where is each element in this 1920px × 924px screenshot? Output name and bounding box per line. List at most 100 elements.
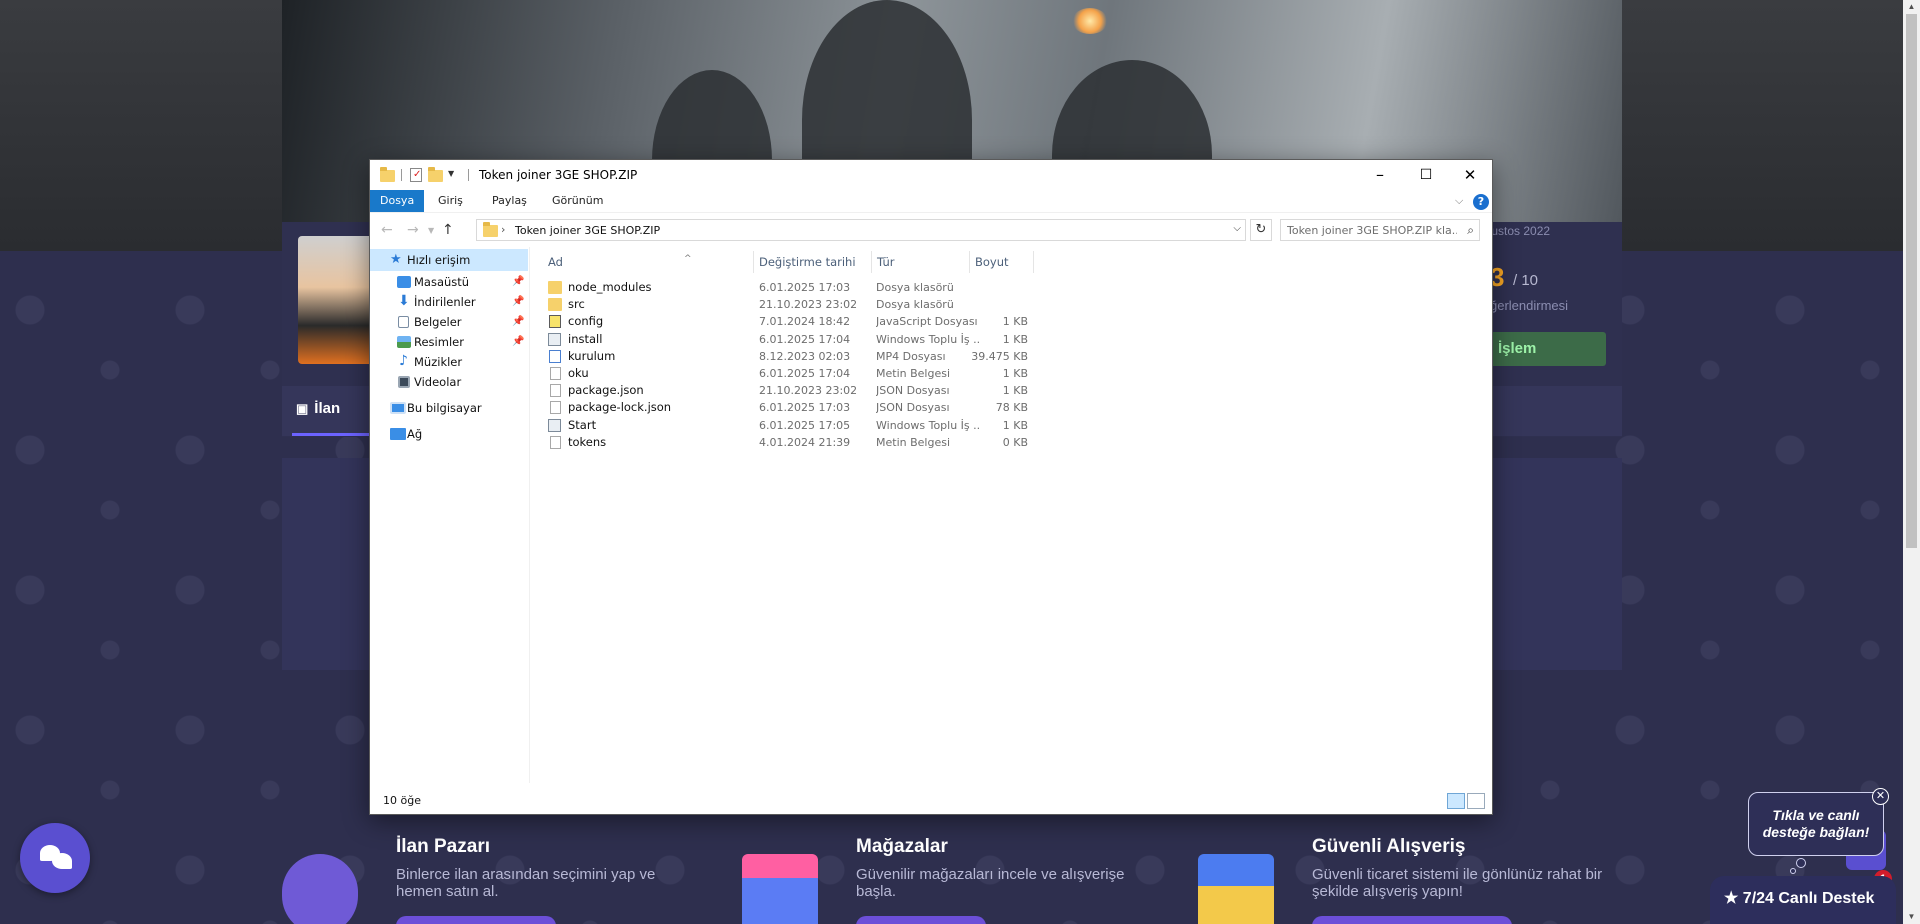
action-button[interactable]: İşlem [1490,332,1606,366]
close-icon[interactable]: ✕ [1872,788,1889,805]
details-view-icon[interactable] [1447,793,1465,809]
folder-icon [548,298,562,312]
divider [468,169,469,181]
refresh-icon[interactable]: ↻ [1250,219,1272,241]
file-explorer-window: ✓ ▼ Token joiner 3GE SHOP.ZIP – ☐ ✕ Dosy… [369,159,1493,815]
desktop-icon [397,276,411,288]
nav-documents[interactable]: Belgeler 📌 [370,311,528,333]
properties-icon[interactable]: ✓ [410,168,422,182]
batch-file-icon [548,332,561,346]
address-row: ← → ▼ ↑ › Token joiner 3GE SHOP.ZIP ⌵ ↻ … [370,213,1492,247]
close-window-icon[interactable]: ✕ [1447,160,1493,190]
column-divider[interactable] [871,251,872,273]
storefront-icon [742,854,818,924]
nav-videos[interactable]: Videolar [370,371,528,393]
nav-desktop[interactable]: Masaüstü 📌 [370,271,528,293]
expand-ribbon-icon[interactable]: ⌵ [1455,194,1463,208]
nav-label: Ağ [407,427,423,441]
title-bar: ✓ ▼ Token joiner 3GE SHOP.ZIP – ☐ ✕ [370,160,1492,190]
tab-home[interactable]: Giriş [428,190,473,212]
up-arrow-icon[interactable]: ↑ [442,222,454,238]
address-path[interactable]: Token joiner 3GE SHOP.ZIP [515,224,660,237]
sort-ascending-icon: ^ [684,254,692,264]
large-icons-view-icon[interactable] [1467,793,1485,809]
nav-label: Hızlı erişim [407,253,471,267]
support-tooltip[interactable]: Tıkla ve canlı desteğe bağlan! [1748,792,1884,856]
feature-description: Güvenilir mağazaları incele ve alışveriş… [856,866,1125,900]
scroll-up-arrow-icon[interactable]: ▲ [1906,2,1917,12]
live-support-button[interactable]: ★ 7/24 Canlı Destek [1710,876,1896,924]
forward-arrow-icon[interactable]: → [407,222,419,238]
computer-icon [390,402,406,414]
column-divider[interactable] [969,251,970,273]
address-bar[interactable]: › Token joiner 3GE SHOP.ZIP ⌵ [476,219,1246,241]
feature-button[interactable] [856,916,986,924]
diamond-trophy-icon [282,854,358,924]
column-header-name[interactable]: Ad ^ [548,251,692,273]
new-folder-icon[interactable] [428,167,443,182]
features-section: İlan Pazarı Binlerce ilan arasından seçi… [0,820,1920,924]
column-divider[interactable] [1033,251,1034,273]
tooltip-tail [1796,858,1806,868]
nav-this-pc[interactable]: Bu bilgisayar [370,397,528,419]
network-icon [390,428,406,440]
muzzle-flash [1072,8,1108,34]
nav-label: Videolar [414,375,462,389]
chat-button[interactable] [20,823,90,893]
avatar [298,236,380,364]
chat-icon [52,853,72,869]
tab-share[interactable]: Paylaş [482,190,537,212]
column-header-date[interactable]: Değiştirme tarihi [759,251,856,273]
pin-icon: 📌 [512,276,525,287]
scroll-down-arrow-icon[interactable]: ▼ [1906,912,1917,922]
feature-button[interactable] [396,916,556,924]
search-placeholder: Token joiner 3GE SHOP.ZIP kla... [1287,224,1457,237]
folder-icon [483,222,498,237]
rating-max: / 10 [1513,272,1539,289]
feature-title: Mağazalar [856,836,948,857]
chevron-right-icon[interactable]: › [501,223,505,236]
tab-listings-label: İlan [314,400,341,417]
pictures-icon [397,336,411,348]
downloads-icon: ⬇ [398,293,410,309]
feature-button[interactable] [1312,916,1512,924]
column-header-size[interactable]: Boyut [975,251,1009,273]
customize-toolbar-icon[interactable]: ▼ [448,169,454,185]
item-count: 10 öğe [383,794,421,807]
navigation-pane: ★ Hızlı erişim Masaüstü 📌 ⬇ İndirilenler… [370,247,530,783]
file-row[interactable]: tokens 4.01.2024 21:39 Metin Belgesi 0 KB [531,432,1491,453]
feature-title: Güvenli Alışveriş [1312,836,1466,857]
tab-listings[interactable]: ▣ İlan [296,400,340,417]
column-divider[interactable] [753,251,754,273]
nav-music[interactable]: ♪ Müzikler [370,351,528,373]
minimize-icon[interactable]: – [1357,160,1403,190]
help-icon[interactable]: ? [1473,194,1489,210]
folder-icon [380,167,395,182]
document-icon [550,367,561,380]
search-input[interactable]: Token joiner 3GE SHOP.ZIP kla... ⌕ [1280,219,1480,241]
nav-quick-access[interactable]: ★ Hızlı erişim [370,249,528,271]
recent-locations-icon[interactable]: ▼ [428,226,434,235]
nav-downloads[interactable]: ⬇ İndirilenler 📌 [370,291,528,313]
column-label: Ad [548,255,563,269]
pin-icon: 📌 [512,336,525,347]
nav-pictures[interactable]: Resimler 📌 [370,331,528,353]
maximize-icon[interactable]: ☐ [1403,160,1449,190]
tab-file[interactable]: Dosya [370,190,424,212]
file-size: 0 KB [1002,435,1028,449]
feature-description: Binlerce ilan arasından seçimini yap ve … [396,866,656,900]
chevron-down-icon[interactable]: ⌵ [1233,223,1241,234]
nav-label: Bu bilgisayar [407,401,482,415]
nav-label: Resimler [414,335,464,349]
music-icon: ♪ [399,353,408,369]
nav-label: Belgeler [414,315,462,329]
nav-label: İndirilenler [414,295,476,309]
tab-view[interactable]: Görünüm [542,190,613,212]
file-date: 4.01.2024 21:39 [759,435,851,449]
back-arrow-icon[interactable]: ← [381,222,393,238]
column-header-type[interactable]: Tür [877,251,894,273]
ribbon: Dosya Giriş Paylaş Görünüm ⌵ ? [370,190,1492,213]
scrollbar-thumb[interactable] [1906,14,1917,548]
nav-network[interactable]: Ağ [370,423,528,445]
search-icon[interactable]: ⌕ [1467,223,1474,238]
